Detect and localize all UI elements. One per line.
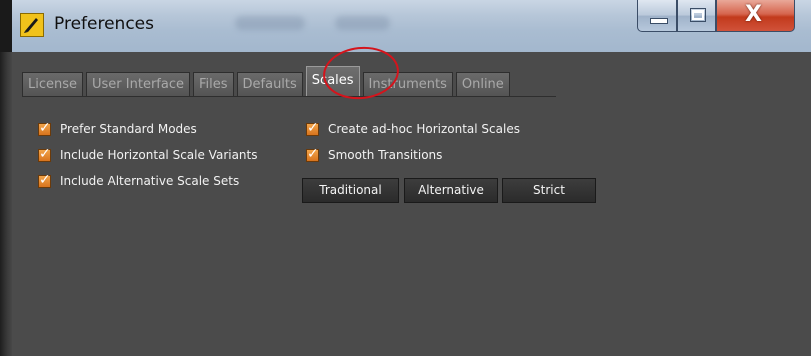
checkbox[interactable]: ✓ bbox=[306, 145, 319, 162]
option-prefer-standard-modes[interactable]: ✓ Prefer Standard Modes bbox=[38, 119, 197, 136]
checkbox-label: Create ad-hoc Horizontal Scales bbox=[328, 122, 520, 136]
tab-license[interactable]: License bbox=[22, 72, 84, 96]
window-left-frame bbox=[0, 0, 12, 356]
titlebar-blur-decoration bbox=[335, 16, 390, 30]
checkmark-icon: ✓ bbox=[39, 119, 51, 136]
tab-user-interface[interactable]: User Interface bbox=[86, 72, 190, 96]
close-icon: X bbox=[745, 2, 762, 27]
checkmark-icon: ✓ bbox=[307, 145, 319, 162]
close-button[interactable]: X bbox=[716, 0, 795, 32]
option-smooth-transitions[interactable]: ✓ Smooth Transitions bbox=[306, 145, 443, 162]
traditional-button[interactable]: Traditional bbox=[302, 178, 399, 203]
preferences-window: Preferences X License User Interface Fil… bbox=[0, 0, 811, 356]
checkbox[interactable]: ✓ bbox=[38, 119, 51, 136]
checkbox[interactable]: ✓ bbox=[38, 171, 51, 188]
title-bar[interactable]: Preferences X bbox=[0, 0, 811, 52]
app-logo-icon bbox=[20, 13, 44, 37]
checkbox-label: Include Alternative Scale Sets bbox=[60, 174, 240, 188]
minimize-icon bbox=[650, 18, 668, 24]
minimize-button[interactable] bbox=[637, 0, 677, 32]
alternative-button[interactable]: Alternative bbox=[404, 178, 498, 203]
checkbox[interactable]: ✓ bbox=[38, 145, 51, 162]
tab-defaults[interactable]: Defaults bbox=[236, 72, 303, 96]
maximize-button[interactable] bbox=[677, 0, 716, 32]
titlebar-blur-decoration bbox=[235, 16, 305, 30]
tab-files[interactable]: Files bbox=[192, 72, 234, 96]
checkbox-label: Smooth Transitions bbox=[328, 148, 443, 162]
maximize-icon bbox=[690, 8, 706, 22]
tab-online[interactable]: Online bbox=[455, 72, 510, 96]
option-create-adhoc-horizontal-scales[interactable]: ✓ Create ad-hoc Horizontal Scales bbox=[306, 119, 520, 136]
checkbox-label: Prefer Standard Modes bbox=[60, 122, 197, 136]
checkmark-icon: ✓ bbox=[307, 119, 319, 136]
option-include-horizontal-scale-variants[interactable]: ✓ Include Horizontal Scale Variants bbox=[38, 145, 258, 162]
option-include-alternative-scale-sets[interactable]: ✓ Include Alternative Scale Sets bbox=[38, 171, 240, 188]
tab-bar: License User Interface Files Defaults Sc… bbox=[22, 66, 513, 96]
checkbox-label: Include Horizontal Scale Variants bbox=[60, 148, 258, 162]
checkmark-icon: ✓ bbox=[39, 171, 51, 188]
strict-button[interactable]: Strict bbox=[502, 178, 596, 203]
tab-bar-divider bbox=[22, 96, 556, 97]
checkbox[interactable]: ✓ bbox=[306, 119, 319, 136]
window-title: Preferences bbox=[54, 14, 154, 34]
checkmark-icon: ✓ bbox=[39, 145, 51, 162]
